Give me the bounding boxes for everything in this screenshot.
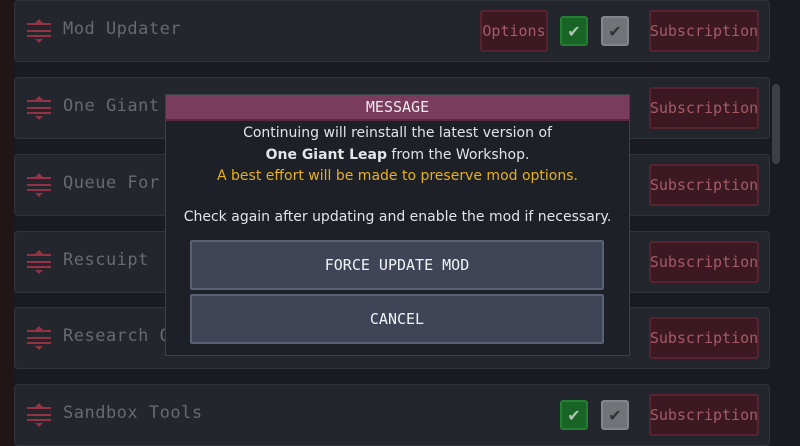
force-update-button[interactable]: FORCE UPDATE MOD	[190, 240, 604, 290]
dialog-message-line4: Check again after updating and enable th…	[183, 209, 612, 225]
cancel-button[interactable]: CANCEL	[190, 294, 604, 344]
dialog-warning: A best effort will be made to preserve m…	[217, 168, 578, 184]
dialog-message-line1: Continuing will reinstall the latest ver…	[243, 125, 552, 141]
dialog-message-line2: One Giant Leap from the Workshop.	[166, 147, 629, 163]
dialog-title: MESSAGE	[166, 95, 629, 121]
message-dialog: MESSAGE Continuing will reinstall the la…	[165, 94, 630, 356]
dialog-message-line2-rest: from the Workshop.	[386, 147, 530, 163]
mod-name-highlight: One Giant Leap	[265, 147, 387, 163]
